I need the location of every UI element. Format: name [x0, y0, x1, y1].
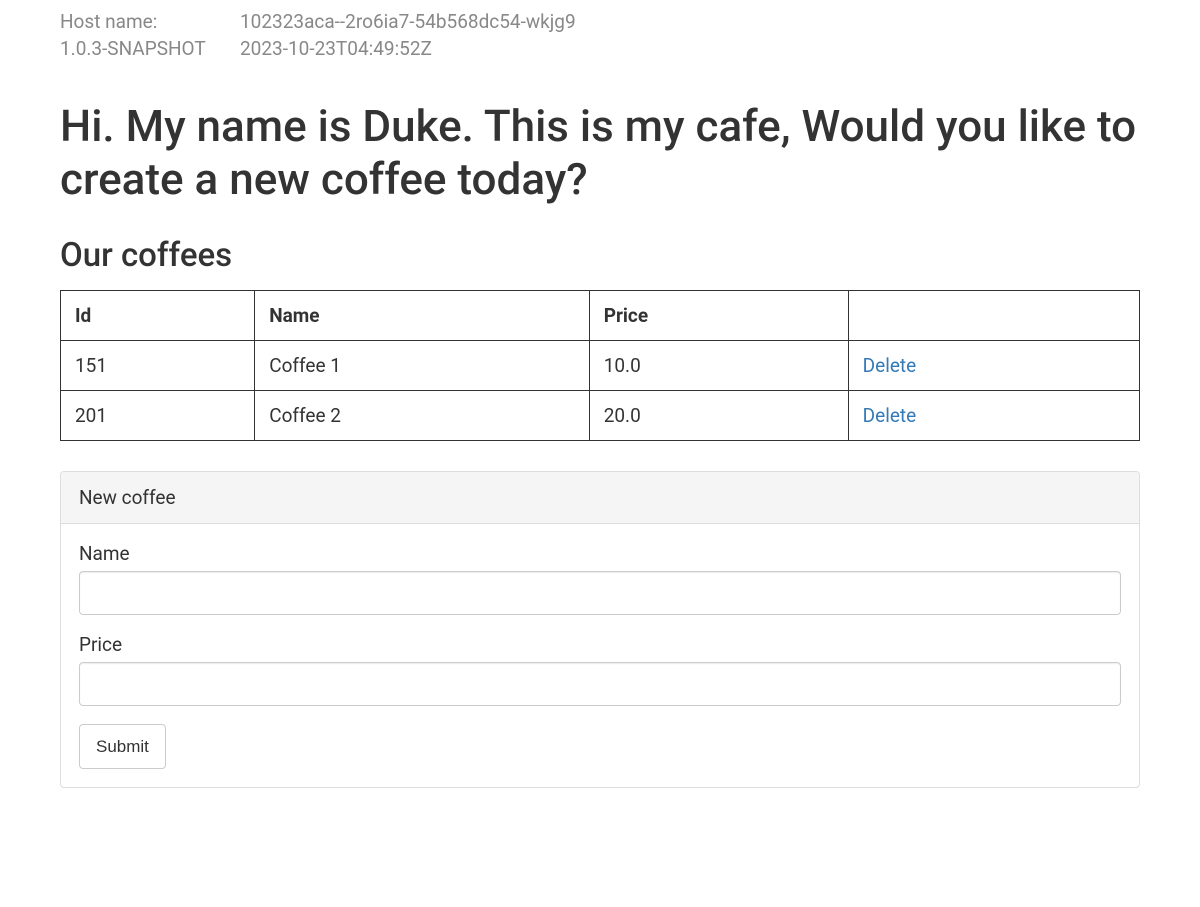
- host-label: Host name:: [60, 10, 240, 33]
- host-value: 102323aca--2ro6ia7-54b568dc54-wkjg9: [240, 10, 1140, 33]
- header-action: [848, 290, 1139, 340]
- cell-id: 151: [61, 340, 255, 390]
- page-title: Hi. My name is Duke. This is my cafe, Wo…: [60, 100, 1140, 206]
- table-row: 151Coffee 110.0 Delete: [61, 340, 1140, 390]
- header-price: Price: [589, 290, 848, 340]
- delete-link[interactable]: Delete: [863, 354, 917, 377]
- header-name: Name: [255, 290, 589, 340]
- cell-action: Delete: [848, 340, 1139, 390]
- cell-name: Coffee 2: [255, 390, 589, 440]
- panel-title: New coffee: [61, 472, 1139, 524]
- cell-id: 201: [61, 390, 255, 440]
- new-coffee-panel: New coffee Name Price Submit: [60, 471, 1140, 789]
- host-info: Host name: 102323aca--2ro6ia7-54b568dc54…: [60, 10, 1140, 33]
- table-row: 201Coffee 220.0 Delete: [61, 390, 1140, 440]
- cell-name: Coffee 1: [255, 340, 589, 390]
- price-input[interactable]: [79, 662, 1121, 706]
- header-id: Id: [61, 290, 255, 340]
- build-time: 2023-10-23T04:49:52Z: [240, 37, 1140, 60]
- name-input[interactable]: [79, 571, 1121, 615]
- price-label: Price: [79, 633, 1121, 656]
- version-value: 1.0.3-SNAPSHOT: [60, 37, 240, 60]
- coffees-table: Id Name Price 151Coffee 110.0Delete201Co…: [60, 290, 1140, 441]
- submit-button[interactable]: Submit: [79, 724, 166, 770]
- table-header-row: Id Name Price: [61, 290, 1140, 340]
- section-title: Our coffees: [60, 236, 1140, 275]
- cell-price: 20.0: [589, 390, 848, 440]
- name-label: Name: [79, 542, 1121, 565]
- delete-link[interactable]: Delete: [863, 404, 917, 427]
- cell-action: Delete: [848, 390, 1139, 440]
- cell-price: 10.0: [589, 340, 848, 390]
- version-info: 1.0.3-SNAPSHOT 2023-10-23T04:49:52Z: [60, 37, 1140, 60]
